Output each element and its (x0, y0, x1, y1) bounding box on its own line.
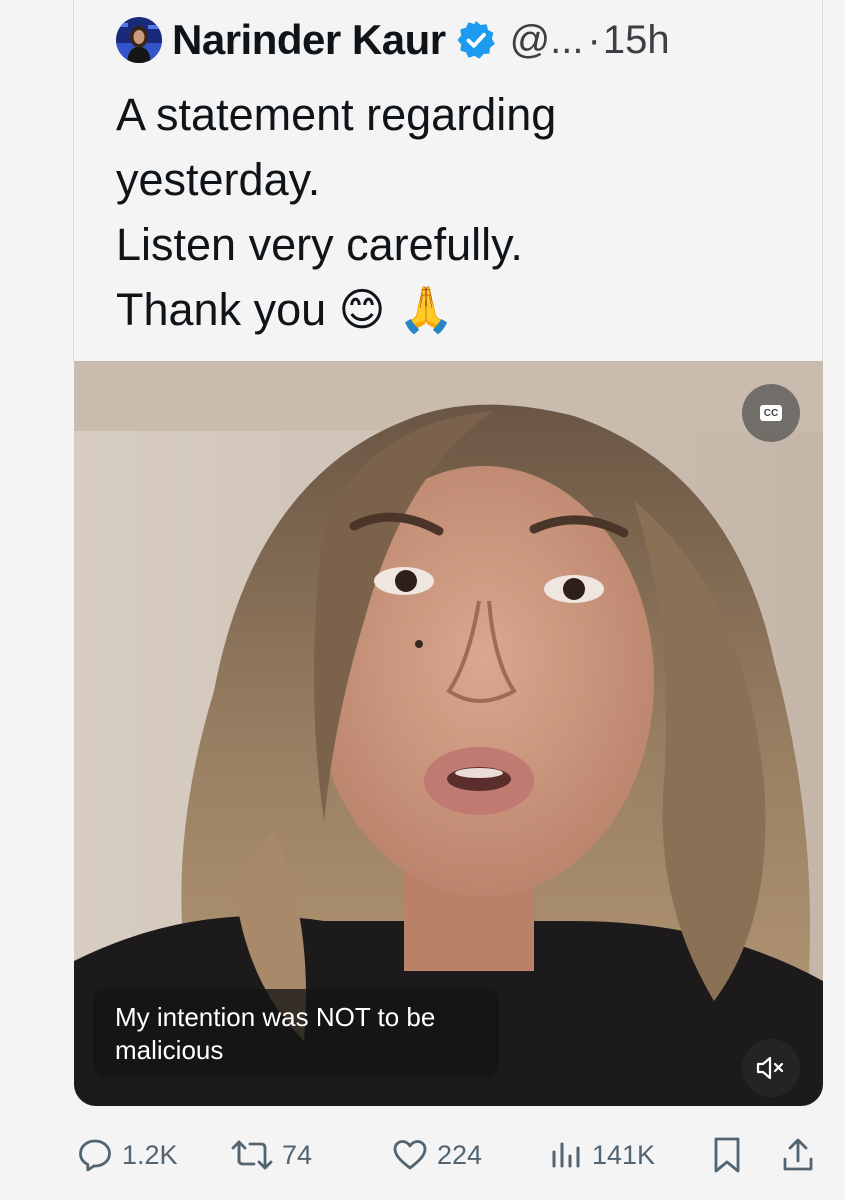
repost-icon (231, 1140, 273, 1170)
author-handle[interactable]: @... (510, 18, 584, 63)
like-count: 224 (437, 1139, 483, 1170)
card-border-right (822, 0, 823, 362)
tweet-header: Narinder Kaur @... · 15h (116, 14, 670, 66)
reply-icon (79, 1139, 111, 1172)
reply-button[interactable]: 1.2K (76, 1130, 178, 1180)
bookmark-button[interactable] (710, 1130, 744, 1180)
tweet-text-line: Thank you 😊 🙏 (116, 284, 455, 335)
verified-badge-icon (457, 21, 495, 59)
captions-button[interactable]: CC (742, 384, 800, 442)
cc-icon: CC (760, 405, 782, 421)
timestamp[interactable]: 15h (603, 18, 670, 63)
views-button[interactable]: 141K (550, 1130, 655, 1180)
tweet-text-line: yesterday. (116, 154, 321, 205)
bookmark-icon (714, 1137, 740, 1173)
separator-dot: · (587, 17, 601, 62)
share-button[interactable] (780, 1130, 816, 1180)
views-count: 141K (592, 1139, 656, 1170)
tweet-text-line: Listen very carefully. (116, 219, 523, 270)
reply-count: 1.2K (122, 1139, 178, 1170)
author-name[interactable]: Narinder Kaur (172, 16, 446, 64)
avatar[interactable] (116, 17, 162, 63)
tweet-text: A statement regarding yesterday. Listen … (116, 82, 806, 342)
repost-count: 74 (282, 1139, 313, 1170)
mute-button[interactable] (742, 1039, 800, 1097)
card-border-left (73, 0, 74, 362)
share-icon (783, 1138, 813, 1171)
tweet-text-line: A statement regarding (116, 89, 557, 140)
video-player[interactable]: CC My intention was NOT to be malicious (74, 361, 823, 1106)
heart-icon (393, 1140, 427, 1170)
repost-button[interactable]: 74 (230, 1130, 312, 1180)
muted-speaker-icon (756, 1056, 784, 1080)
like-button[interactable]: 224 (391, 1130, 482, 1180)
action-bar: 1.2K 74 224 141K (0, 1130, 845, 1180)
tweet-page: Narinder Kaur @... · 15h A statement reg… (0, 0, 845, 1200)
video-caption: My intention was NOT to be malicious (93, 989, 499, 1077)
views-icon (552, 1142, 580, 1168)
